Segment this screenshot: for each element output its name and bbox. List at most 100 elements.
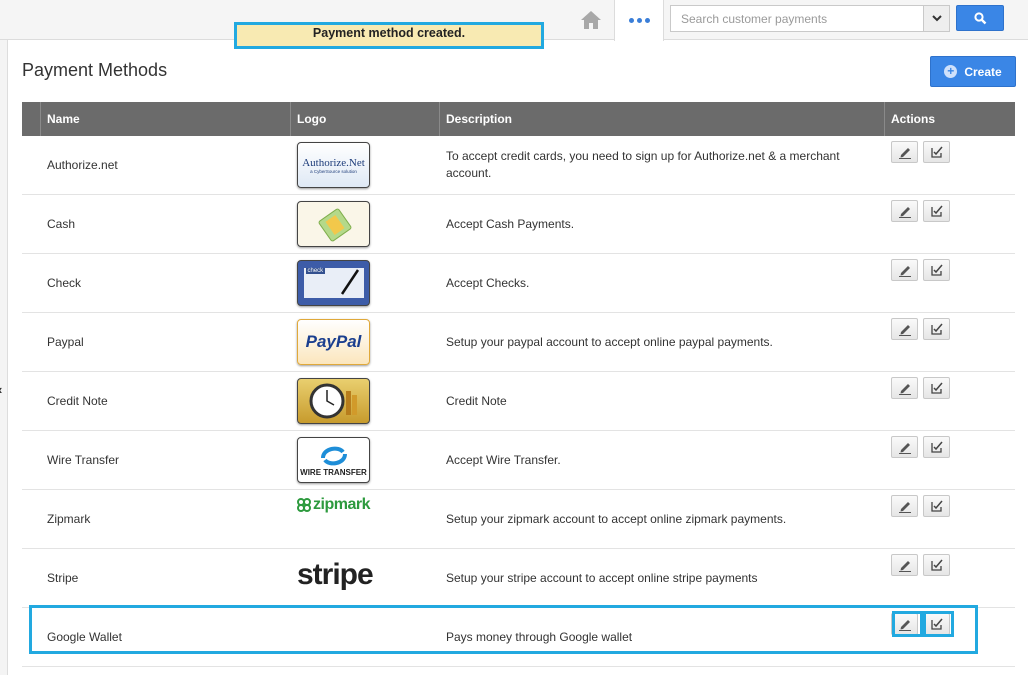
dot-icon (636, 18, 642, 23)
row-select-cell (22, 136, 41, 194)
select-button[interactable] (923, 377, 950, 399)
select-button[interactable] (923, 200, 950, 222)
logo-text: Authorize.Net (302, 156, 365, 169)
edit-button[interactable] (891, 436, 918, 458)
header-name[interactable]: Name (41, 102, 291, 136)
method-description: Pays money through Google wallet (446, 629, 633, 644)
logo-text: PayPal (305, 332, 362, 351)
checkbox-arrow-icon (930, 146, 943, 158)
pencil-icon (898, 620, 911, 631)
row-select-cell (22, 372, 41, 430)
side-panel-edge: ‹ (0, 40, 8, 675)
checkbox-arrow-icon (930, 441, 943, 453)
select-button[interactable] (923, 259, 950, 281)
success-toast: Payment method created. (234, 22, 544, 49)
edit-button[interactable] (891, 200, 918, 222)
checkbox-arrow-icon (930, 618, 943, 630)
table-row[interactable]: Stripe stripe Setup your stripe account … (22, 549, 1015, 608)
logo-subtext: a CyberSource solution (310, 168, 357, 174)
edit-button[interactable] (891, 495, 918, 517)
method-name: Authorize.net (47, 158, 118, 172)
create-button[interactable]: + Create (930, 56, 1016, 87)
select-button[interactable] (923, 495, 950, 517)
method-name: Cash (47, 217, 76, 231)
wire-transfer-logo: WIRE TRANSFER (297, 437, 370, 483)
toast-message: Payment method created. (312, 25, 466, 40)
select-button[interactable] (923, 436, 950, 458)
row-select-cell (22, 608, 41, 666)
method-logo-cell: PayPal (291, 313, 440, 371)
edit-button[interactable] (891, 259, 918, 281)
credit-note-logo (297, 378, 370, 424)
method-description: Accept Cash Payments. (446, 216, 575, 231)
pencil-icon (898, 502, 911, 513)
row-select-cell (22, 431, 41, 489)
table-row[interactable]: Zipmark zipmark Setup your zipmark accou… (22, 490, 1015, 549)
select-button[interactable] (923, 318, 950, 340)
edit-button[interactable] (891, 141, 918, 163)
more-menu-button[interactable] (614, 0, 664, 41)
checkbox-arrow-icon (930, 205, 943, 217)
search-icon (973, 11, 986, 24)
zipmark-mark-icon (297, 498, 311, 512)
checkbox-arrow-icon (930, 559, 943, 571)
select-button[interactable] (923, 141, 950, 163)
method-name: Credit Note (47, 394, 108, 408)
search-filter-dropdown[interactable] (924, 5, 950, 32)
table-row[interactable]: Wire Transfer WIRE TRANSFER Accept Wire … (22, 431, 1015, 490)
edit-button[interactable] (891, 613, 918, 635)
checkbox-arrow-icon (930, 323, 943, 335)
method-logo-cell: Authorize.Net a CyberSource solution (291, 136, 440, 194)
table-row[interactable]: Authorize.net Authorize.Net a CyberSourc… (22, 136, 1015, 195)
table-row[interactable]: Check check Accept Checks. (22, 254, 1015, 313)
method-name: Google Wallet (47, 630, 122, 644)
header-select-cell (22, 102, 41, 136)
select-button[interactable] (923, 554, 950, 576)
row-select-cell (22, 490, 41, 548)
search-button[interactable] (956, 5, 1004, 31)
method-name: Check (47, 276, 82, 290)
method-name: Zipmark (47, 512, 91, 526)
payment-methods-table: Name Logo Description Actions Authorize.… (22, 102, 1015, 667)
header-logo: Logo (291, 102, 440, 136)
row-select-cell (22, 254, 41, 312)
authorize-net-logo: Authorize.Net a CyberSource solution (297, 142, 370, 188)
clock-coins-icon (309, 383, 357, 419)
paypal-logo: PayPal (297, 319, 370, 365)
pencil-icon (898, 266, 911, 277)
pen-icon (340, 269, 359, 295)
home-icon (581, 11, 601, 29)
row-select-cell (22, 549, 41, 607)
table-row[interactable]: Credit Note Credit Note (22, 372, 1015, 431)
pencil-icon (898, 443, 911, 454)
checkbox-arrow-icon (930, 500, 943, 512)
collapse-chevron-icon[interactable]: ‹ (0, 382, 2, 397)
table-row[interactable]: Google Wallet Pays money through Google … (22, 608, 1015, 667)
edit-button[interactable] (891, 377, 918, 399)
table-row[interactable]: Cash Accept Cash Payments. (22, 195, 1015, 254)
stripe-logo: stripe (297, 558, 374, 591)
row-actions (885, 136, 1015, 194)
table-header: Name Logo Description Actions (22, 102, 1015, 136)
header-description[interactable]: Description (440, 102, 885, 136)
row-actions (885, 195, 1015, 253)
method-name: Paypal (47, 335, 84, 349)
method-logo-cell: stripe (291, 549, 440, 607)
check-logo: check (297, 260, 370, 306)
cash-stack-icon (318, 208, 351, 242)
edit-button[interactable] (891, 554, 918, 576)
row-select-cell (22, 313, 41, 371)
search-input[interactable] (670, 5, 924, 32)
select-button[interactable] (923, 613, 950, 635)
edit-button[interactable] (891, 318, 918, 340)
home-button[interactable] (568, 0, 614, 40)
pencil-icon (898, 207, 911, 218)
row-actions (885, 608, 1015, 666)
transfer-arrows-icon (320, 446, 347, 465)
table-row[interactable]: Paypal PayPal Setup your paypal account … (22, 313, 1015, 372)
method-description: Setup your zipmark account to accept onl… (446, 511, 787, 526)
header-actions: Actions (891, 112, 936, 126)
method-logo-cell: check (291, 254, 440, 312)
logo-text: zipmark (313, 496, 370, 513)
dot-icon (644, 18, 650, 23)
